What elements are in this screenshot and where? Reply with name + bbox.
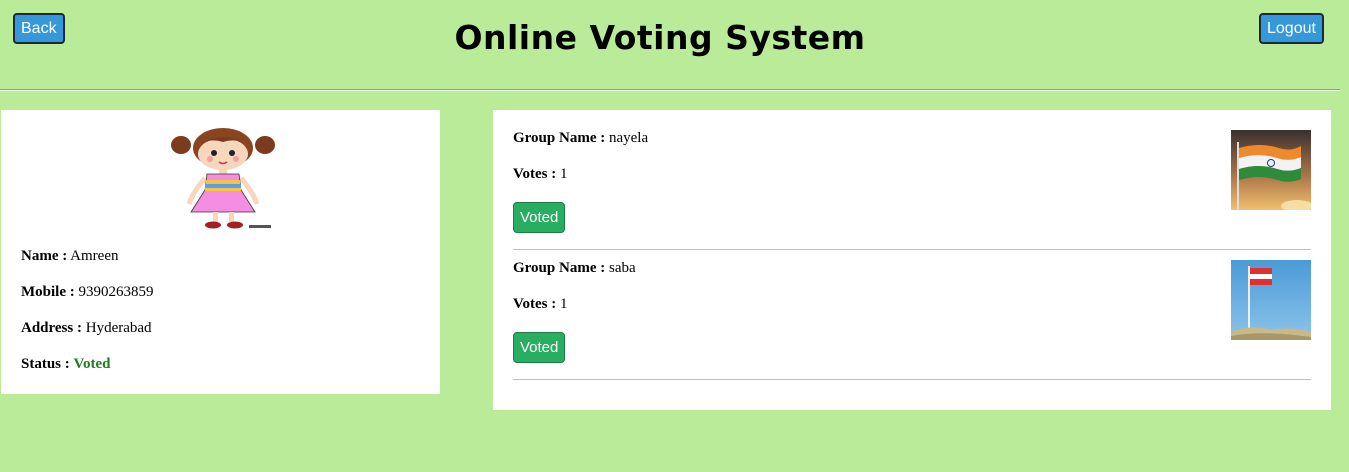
logout-button[interactable]: Logout — [1259, 13, 1324, 44]
votes-label: Votes : — [513, 166, 557, 182]
austria-flag-icon — [1231, 260, 1311, 340]
group-item: Group Name : nayela Votes : 1 Voted — [513, 130, 1311, 260]
group-name-label: Group Name : — [513, 260, 606, 276]
mobile-label: Mobile : — [21, 284, 75, 300]
profile-card: Name : Amreen Mobile : 9390263859 Addres… — [1, 110, 440, 394]
mobile-value: 9390263859 — [78, 284, 154, 300]
avatar-icon — [171, 128, 275, 229]
india-flag-icon — [1231, 130, 1311, 210]
voted-button[interactable]: Voted — [513, 332, 566, 363]
group-votes-row: Votes : 1 — [513, 166, 567, 183]
address-value: Hyderabad — [85, 320, 152, 336]
profile-status: Status : Voted — [21, 356, 110, 373]
profile-address: Address : Hyderabad — [21, 320, 152, 337]
group-name-row: Group Name : nayela — [513, 130, 648, 147]
name-value: Amreen — [70, 248, 119, 264]
header-divider — [0, 89, 1340, 91]
votes-label: Votes : — [513, 296, 557, 312]
profile-mobile: Mobile : 9390263859 — [21, 284, 154, 301]
group-divider — [513, 249, 1311, 250]
groups-panel: Group Name : nayela Votes : 1 Voted Grou… — [493, 110, 1331, 410]
group-name-value: nayela — [608, 130, 649, 146]
address-label: Address : — [21, 320, 82, 336]
group-divider — [513, 379, 1311, 380]
group-name-row: Group Name : saba — [513, 260, 636, 277]
group-name-value: saba — [608, 260, 636, 276]
profile-name: Name : Amreen — [21, 248, 118, 265]
voted-button[interactable]: Voted — [513, 202, 566, 233]
votes-value: 1 — [559, 166, 568, 182]
group-item: Group Name : saba Votes : 1 Voted — [513, 260, 1311, 390]
page-title: Online Voting System — [454, 18, 866, 57]
status-value: Voted — [73, 356, 111, 372]
name-label: Name : — [21, 248, 68, 264]
group-votes-row: Votes : 1 — [513, 296, 567, 313]
group-name-label: Group Name : — [513, 130, 606, 146]
votes-value: 1 — [559, 296, 568, 312]
status-label: Status : — [21, 356, 70, 372]
